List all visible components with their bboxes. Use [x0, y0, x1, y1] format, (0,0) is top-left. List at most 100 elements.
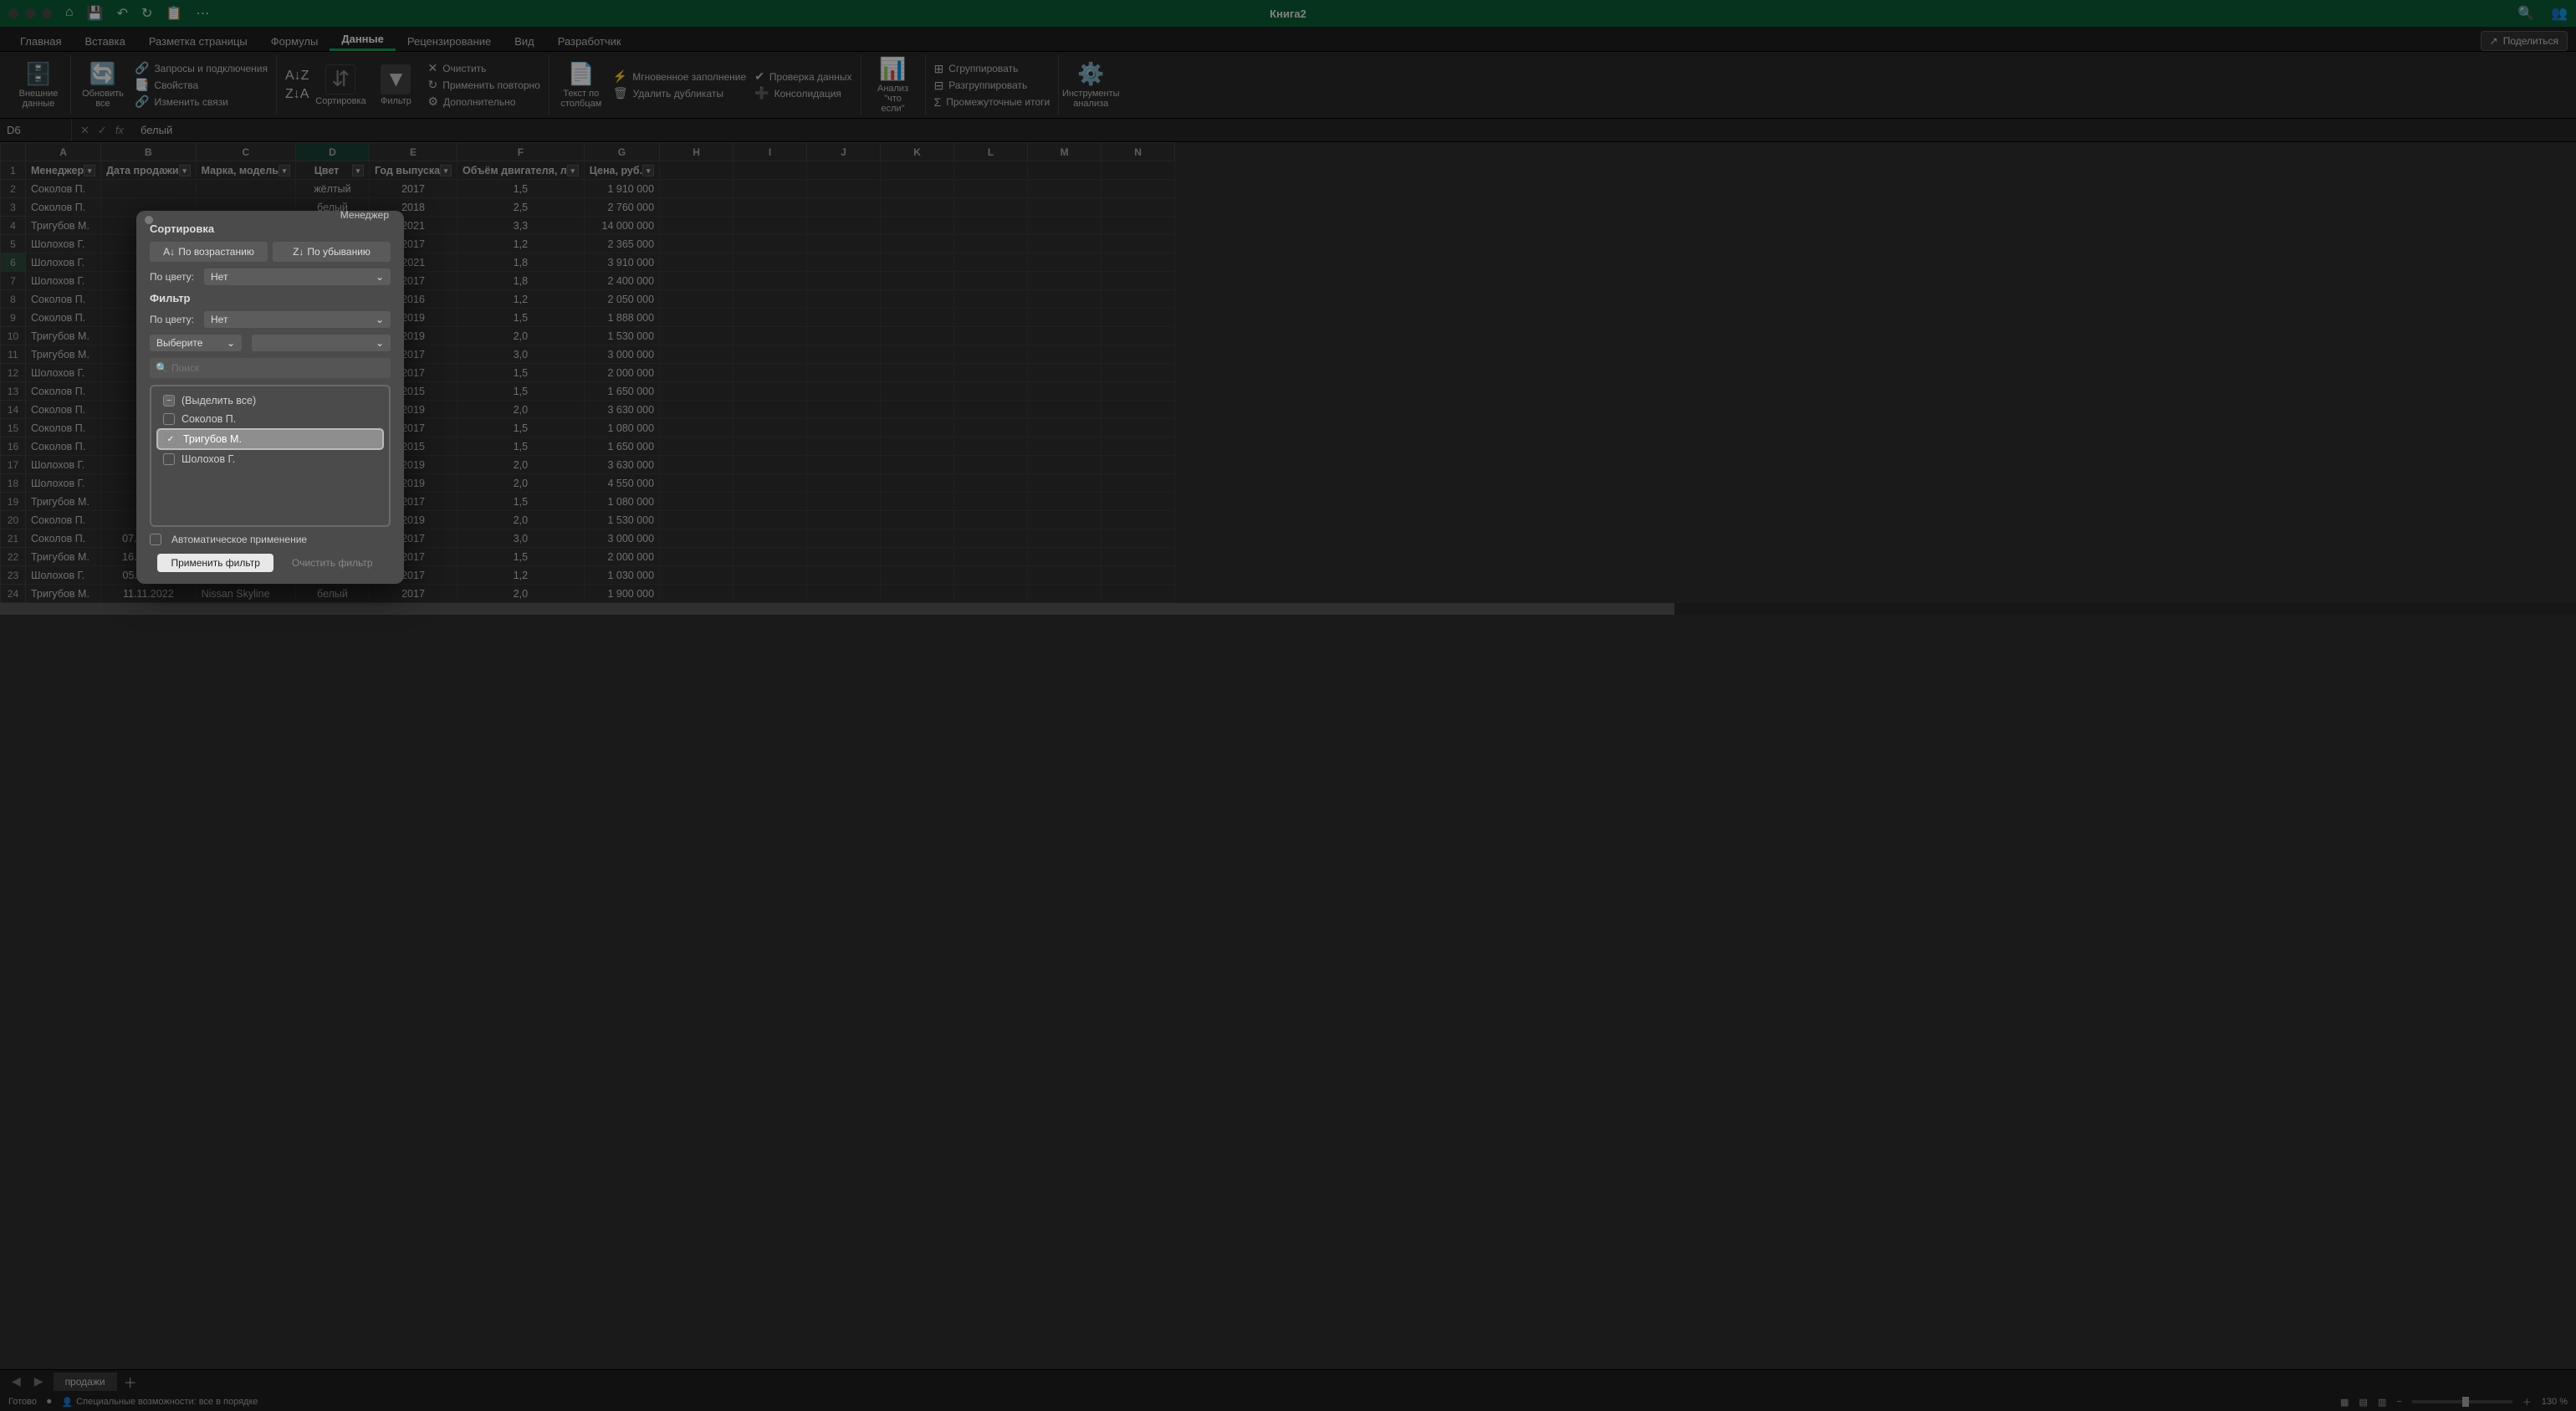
cell[interactable]: 1,8 [457, 253, 585, 272]
cell[interactable] [660, 382, 733, 401]
cell[interactable] [954, 198, 1028, 217]
cell[interactable] [660, 456, 733, 474]
cell[interactable] [881, 548, 954, 566]
row-head[interactable]: 2 [1, 180, 26, 198]
cell[interactable] [1101, 419, 1175, 437]
filter-dropdown-icon[interactable]: ▾ [352, 165, 364, 176]
cell[interactable] [1028, 198, 1101, 217]
cell[interactable] [660, 309, 733, 327]
col-head-D[interactable]: D [295, 143, 369, 161]
cell[interactable] [733, 566, 807, 585]
cell[interactable]: Nissan Skyline [196, 585, 295, 603]
cell[interactable] [1101, 364, 1175, 382]
cell[interactable]: 2 000 000 [584, 548, 659, 566]
cell[interactable] [1101, 456, 1175, 474]
cell[interactable]: 2,0 [457, 401, 585, 419]
cell[interactable]: 1 650 000 [584, 382, 659, 401]
cell[interactable] [1028, 419, 1101, 437]
cell[interactable] [954, 180, 1028, 198]
cell[interactable] [881, 474, 954, 493]
cell[interactable] [1101, 401, 1175, 419]
filter-select-all[interactable]: −(Выделить все) [156, 391, 384, 410]
cell[interactable] [954, 345, 1028, 364]
tab-developer[interactable]: Разработчик [546, 30, 633, 51]
cell[interactable] [660, 217, 733, 235]
cell[interactable] [807, 474, 881, 493]
row-head[interactable]: 18 [1, 474, 26, 493]
apply-filter-button[interactable]: Применить фильтр [157, 554, 273, 572]
cell[interactable] [1101, 437, 1175, 456]
cell[interactable] [881, 364, 954, 382]
cell[interactable] [954, 253, 1028, 272]
cell[interactable] [1101, 345, 1175, 364]
cell[interactable] [1028, 364, 1101, 382]
header-cell[interactable]: Менеджер▾ [26, 161, 101, 180]
cell[interactable] [1028, 217, 1101, 235]
cell[interactable] [733, 419, 807, 437]
cell[interactable] [1028, 585, 1101, 603]
cell[interactable] [660, 272, 733, 290]
tab-insert[interactable]: Вставка [73, 30, 136, 51]
cell[interactable] [1101, 290, 1175, 309]
popover-handle-icon[interactable] [145, 216, 153, 224]
cell[interactable]: Тригубов М. [26, 345, 101, 364]
cell[interactable] [881, 327, 954, 345]
row-head[interactable]: 20 [1, 511, 26, 529]
cell[interactable] [1028, 529, 1101, 548]
cell[interactable]: 3 000 000 [584, 345, 659, 364]
tab-home[interactable]: Главная [8, 30, 73, 51]
cell[interactable] [954, 529, 1028, 548]
cell[interactable]: 14 000 000 [584, 217, 659, 235]
cell[interactable]: Тригубов М. [26, 327, 101, 345]
cell[interactable]: 3,3 [457, 217, 585, 235]
col-head-H[interactable]: H [660, 143, 733, 161]
cell[interactable] [807, 180, 881, 198]
cell[interactable] [954, 161, 1028, 180]
cell[interactable] [881, 235, 954, 253]
cell[interactable]: Шолохов Г. [26, 474, 101, 493]
cell[interactable] [660, 511, 733, 529]
cell[interactable] [881, 309, 954, 327]
cell[interactable] [807, 309, 881, 327]
cell[interactable] [733, 548, 807, 566]
zoom-slider[interactable] [2412, 1400, 2512, 1403]
cell[interactable] [1101, 327, 1175, 345]
cell[interactable] [660, 235, 733, 253]
data-validation-button[interactable]: ✔Проверка данных [754, 69, 851, 84]
header-cell[interactable]: Марка, модель▾ [196, 161, 295, 180]
cell[interactable]: Тригубов М. [26, 493, 101, 511]
cell[interactable]: 3,0 [457, 345, 585, 364]
cell[interactable] [660, 345, 733, 364]
cell[interactable] [733, 456, 807, 474]
cell[interactable]: Соколов П. [26, 180, 101, 198]
filter-dropdown-icon[interactable]: ▾ [84, 165, 95, 176]
row-head[interactable]: 1 [1, 161, 26, 180]
row-head[interactable]: 19 [1, 493, 26, 511]
cell[interactable]: Шолохов Г. [26, 235, 101, 253]
analysis-tools-button[interactable]: ⚙️Инструменты анализа [1067, 61, 1114, 109]
reapply-button[interactable]: ↻Применить повторно [427, 78, 539, 92]
cell[interactable]: Соколов П. [26, 419, 101, 437]
cell[interactable] [1101, 566, 1175, 585]
cell[interactable] [881, 198, 954, 217]
sort-button[interactable]: ⇵Сортировка [317, 64, 364, 106]
cell[interactable] [1028, 235, 1101, 253]
cell[interactable]: 1 080 000 [584, 493, 659, 511]
row-head[interactable]: 8 [1, 290, 26, 309]
cell[interactable]: 4 550 000 [584, 474, 659, 493]
cell[interactable] [660, 437, 733, 456]
cell[interactable] [1101, 217, 1175, 235]
cell[interactable] [807, 345, 881, 364]
cell[interactable] [881, 401, 954, 419]
cell[interactable] [733, 272, 807, 290]
cell[interactable] [660, 180, 733, 198]
cell[interactable]: жёлтый [295, 180, 369, 198]
header-cell[interactable]: Год выпуска▾ [369, 161, 457, 180]
share-icon[interactable]: 👥 [2551, 5, 2568, 22]
cell[interactable] [660, 327, 733, 345]
cell[interactable]: Соколов П. [26, 511, 101, 529]
cell[interactable]: 1 650 000 [584, 437, 659, 456]
cell[interactable] [1028, 180, 1101, 198]
cell[interactable] [881, 180, 954, 198]
cell[interactable] [807, 456, 881, 474]
